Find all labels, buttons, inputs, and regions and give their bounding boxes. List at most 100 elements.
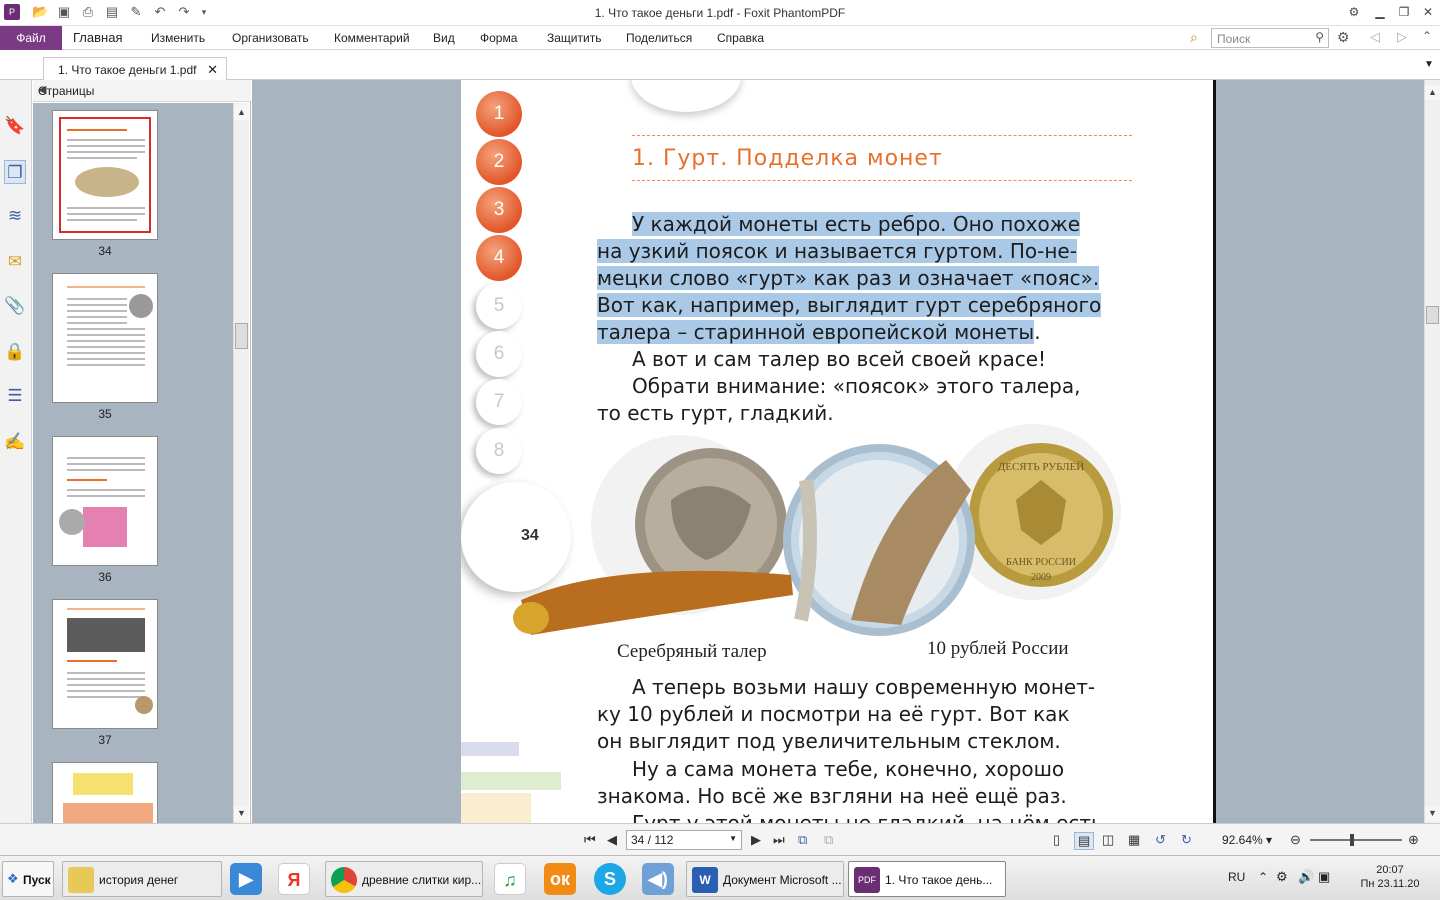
page-thumbnail-38[interactable] [52, 762, 158, 823]
rotate-left-icon[interactable]: ↺ [1155, 832, 1166, 848]
rotate-right-icon[interactable]: ↻ [1181, 832, 1192, 848]
scroll-down-icon[interactable]: ▼ [234, 806, 249, 821]
file-menu-button[interactable]: Файл [0, 26, 62, 50]
menu-share[interactable]: Поделиться [626, 31, 692, 45]
paragraph-line: знакома. Но всё же взгляни на неё ещё ра… [597, 784, 1067, 808]
menu-help[interactable]: Справка [717, 31, 764, 45]
close-tab-icon[interactable]: ✕ [207, 62, 218, 78]
page-number-field[interactable]: 34 / 112 ▼ [626, 830, 742, 850]
first-page-icon[interactable]: ⏮ [584, 832, 596, 848]
bookmarks-icon[interactable]: 🔖 [4, 114, 26, 138]
previous-page-icon[interactable]: ◀ [607, 832, 617, 848]
document-tab-label: 1. Что такое деньги 1.pdf [58, 63, 197, 77]
find-icon[interactable]: ⌕ [1190, 29, 1198, 46]
settings-icon[interactable]: ⚙ [1344, 3, 1364, 21]
thumbnail-list: 34 35 36 37 [33, 103, 233, 823]
forward-icon[interactable]: ▷ [1397, 29, 1407, 45]
menu-edit[interactable]: Изменить [151, 31, 205, 45]
pages-panel-header: Страницы ◀ [33, 80, 251, 102]
scroll-thumb[interactable] [1426, 306, 1439, 324]
search-input[interactable]: Поиск ⚲ [1211, 28, 1329, 48]
menu-comment[interactable]: Комментарий [334, 31, 410, 45]
network-icon[interactable]: ▣ [1318, 869, 1330, 885]
close-icon[interactable]: ✕ [1418, 3, 1438, 21]
zoom-slider[interactable] [1310, 834, 1402, 846]
media-player-icon[interactable]: ▶ [230, 863, 262, 895]
music-icon[interactable]: ♫ [494, 863, 526, 895]
menu-protect[interactable]: Защитить [547, 31, 601, 45]
scroll-up-icon[interactable]: ▲ [1425, 85, 1440, 100]
paragraph-line: Ну а сама монета тебе, конечно, хорошо [632, 757, 1065, 781]
zoom-in-icon[interactable]: ⊕ [1408, 832, 1419, 848]
options-icon[interactable]: ⚙ [1337, 29, 1350, 46]
paragraph-line: ку 10 рублей и посмотри на её гурт. Вот … [597, 702, 1070, 726]
scroll-down-icon[interactable]: ▼ [1425, 806, 1440, 821]
search-icon[interactable]: ⚲ [1315, 30, 1324, 44]
taskbar-chrome[interactable]: древние слитки кир... [325, 861, 483, 897]
tray-expand-icon[interactable]: ⌃ [1258, 870, 1268, 884]
volume-app-icon[interactable]: ◀) [642, 863, 674, 895]
menu-view[interactable]: Вид [433, 31, 455, 45]
chapter-circle: 1 [476, 91, 522, 137]
scroll-up-icon[interactable]: ▲ [234, 105, 249, 120]
document-scrollbar[interactable]: ▲ ▼ [1424, 80, 1440, 823]
document-tab[interactable]: 1. Что такое деньги 1.pdf ✕ [43, 57, 227, 81]
single-page-icon[interactable]: ▯ [1053, 832, 1060, 848]
next-page-icon[interactable]: ▶ [751, 832, 761, 848]
collapse-ribbon-icon[interactable]: ⌃ [1422, 29, 1432, 43]
tab-list-icon[interactable]: ▼ [1424, 59, 1434, 70]
menu-organize[interactable]: Организовать [232, 31, 309, 45]
layers-icon[interactable]: ≋ [4, 204, 26, 228]
page-thumbnail-34[interactable] [52, 110, 158, 240]
attachments-icon[interactable]: 📎 [4, 294, 26, 318]
paragraph-line: талера – старинной европейской монеты. [597, 320, 1041, 344]
continuous-icon[interactable]: ▤ [1074, 832, 1095, 850]
previous-view-icon[interactable]: ⧉ [798, 832, 807, 848]
page-thumbnail-37[interactable] [52, 599, 158, 729]
paragraph-line: Обрати внимание: «поясок» этого талера, [632, 374, 1081, 398]
last-page-icon[interactable]: ⏭ [773, 832, 785, 848]
start-button[interactable]: ❖ Пуск [2, 861, 54, 897]
paragraph-line: Вот как, например, выглядит гурт серебря… [597, 293, 1102, 317]
zoom-level[interactable]: 92.64% ▾ [1222, 833, 1272, 847]
language-indicator[interactable]: RU [1228, 870, 1245, 884]
taskbar-word[interactable]: W Документ Microsoft ... [686, 861, 844, 897]
paragraph-line: он выглядит под увеличительным стеклом. [597, 729, 1061, 753]
restore-icon[interactable]: ❐ [1394, 3, 1414, 21]
pages-icon[interactable]: ❐ [4, 160, 26, 184]
page-thumbnail-35[interactable] [52, 273, 158, 403]
status-bar: ⏮ ◀ 34 / 112 ▼ ▶ ⏭ ⧉ ⧉ ▯ ▤ ◫ ▦ ↺ ↻ 92.64%… [0, 823, 1440, 855]
comments-icon[interactable]: ✉ [4, 250, 26, 274]
coin-illustration: ДЕСЯТЬ РУБЛЕЙ БАНК РОССИИ 2009 [513, 424, 1121, 636]
zoom-out-icon[interactable]: ⊖ [1290, 832, 1301, 848]
collapse-panel-icon[interactable]: ◀ [38, 83, 243, 96]
menu-home[interactable]: Главная [73, 30, 122, 45]
clock[interactable]: 20:07 Пн 23.11.20 [1340, 863, 1440, 891]
folder-icon [68, 867, 94, 893]
yandex-icon[interactable]: Я [278, 863, 310, 895]
pdf-page: 1 2 3 4 5 6 7 8 34 1. Гурт. Подделка мон… [461, 80, 1216, 823]
paragraph-line: А теперь возьми нашу современную монет- [632, 675, 1096, 699]
minimize-icon[interactable]: ▁ [1370, 3, 1390, 21]
continuous-facing-icon[interactable]: ▦ [1128, 832, 1140, 848]
menu-form[interactable]: Форма [480, 31, 517, 45]
windows-taskbar: ❖ Пуск история денег ▶ Я древние слитки … [0, 855, 1440, 900]
page-thumbnail-36[interactable] [52, 436, 158, 566]
tray-app-icon[interactable]: ⚙ [1276, 869, 1288, 885]
next-view-icon[interactable]: ⧉ [824, 832, 833, 848]
taskbar-explorer[interactable]: история денег [62, 861, 222, 897]
odnoklassniki-icon[interactable]: ок [544, 863, 576, 895]
taskbar-phantompdf[interactable]: PDF 1. Что такое день... [848, 861, 1006, 897]
signatures-icon[interactable]: ✍ [4, 430, 26, 454]
volume-icon[interactable]: 🔊 [1298, 869, 1314, 885]
chapter-circle: 7 [476, 379, 522, 425]
security-icon[interactable]: 🔒 [4, 340, 26, 364]
scroll-thumb[interactable] [235, 323, 248, 349]
zoom-slider-thumb[interactable] [1350, 834, 1354, 846]
document-tabs: 1. Что такое деньги 1.pdf ✕ ▼ [0, 51, 1440, 81]
back-icon[interactable]: ◁ [1370, 29, 1380, 45]
content-icon[interactable]: ☰ [4, 384, 26, 408]
facing-icon[interactable]: ◫ [1102, 832, 1114, 848]
panel-scrollbar[interactable]: ▲ ▼ [233, 103, 249, 823]
skype-icon[interactable]: S [594, 863, 626, 895]
